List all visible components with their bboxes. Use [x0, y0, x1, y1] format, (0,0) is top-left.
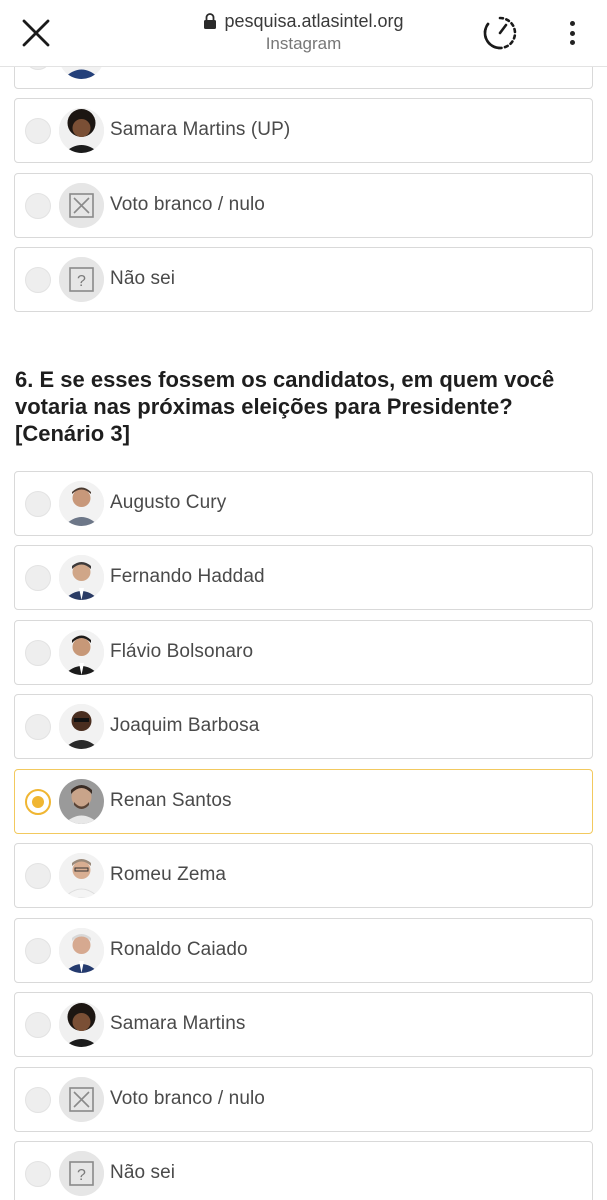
- candidate-photo: [59, 108, 104, 153]
- radio-button[interactable]: [25, 565, 51, 591]
- more-options-icon[interactable]: [561, 18, 583, 48]
- option-label: Samara Martins: [110, 1013, 246, 1034]
- option-voto-branco-nulo[interactable]: Voto branco / nulo: [14, 173, 593, 238]
- radio-button[interactable]: [25, 1087, 51, 1113]
- svg-text:?: ?: [77, 1167, 86, 1184]
- option-nao-sei[interactable]: ? Não sei: [14, 247, 593, 312]
- option-ronaldo-caiado[interactable]: Ronaldo Caiado: [14, 918, 593, 983]
- option-label: Augusto Cury: [110, 492, 227, 513]
- option-samara-martins[interactable]: Samara Martins: [14, 992, 593, 1057]
- option-label: Fernando Haddad: [110, 566, 265, 587]
- option-nao-sei-q6[interactable]: ? Não sei: [14, 1141, 593, 1200]
- lock-icon: [204, 13, 217, 29]
- radio-button[interactable]: [25, 267, 51, 293]
- option-label: Não sei: [110, 268, 176, 289]
- radio-button[interactable]: [25, 714, 51, 740]
- option-label: Samara Martins (UP): [110, 119, 291, 140]
- option-joaquim-barbosa[interactable]: Joaquim Barbosa: [14, 694, 593, 759]
- option-label: Romeu Zema: [110, 864, 227, 885]
- radio-button[interactable]: [25, 1161, 51, 1187]
- radio-button[interactable]: [25, 1012, 51, 1038]
- option-label: Renan Santos: [110, 790, 232, 811]
- option-label: Flávio Bolsonaro: [110, 641, 254, 662]
- question-box-icon: ?: [59, 257, 104, 302]
- option-label: Voto branco / nulo: [110, 194, 265, 215]
- close-icon[interactable]: [18, 15, 54, 51]
- candidate-photo: [59, 1002, 104, 1047]
- candidate-photo: [59, 630, 104, 675]
- radio-button[interactable]: [25, 491, 51, 517]
- candidate-photo: [59, 779, 104, 824]
- option-label: Voto branco / nulo: [110, 1088, 265, 1109]
- radio-button[interactable]: [25, 863, 51, 889]
- browser-top-bar: pesquisa.atlasintel.org Instagram: [0, 0, 607, 67]
- question-box-icon: ?: [59, 1151, 104, 1196]
- option-romeu-zema[interactable]: Romeu Zema: [14, 843, 593, 908]
- option-label: Não sei: [110, 1162, 176, 1183]
- radio-button-selected[interactable]: [25, 789, 51, 815]
- candidate-photo: [59, 928, 104, 973]
- candidate-photo: [59, 853, 104, 898]
- candidate-photo: [59, 481, 104, 526]
- option-voto-branco-nulo-q6[interactable]: Voto branco / nulo: [14, 1067, 593, 1132]
- question-title: 6. E se esses fossem os candidatos, em q…: [15, 367, 555, 446]
- candidate-photo: [59, 555, 104, 600]
- browser-subtitle: Instagram: [265, 34, 342, 53]
- option-fernando-haddad[interactable]: Fernando Haddad: [14, 545, 593, 610]
- survey-content: Samara Martins (UP) Voto branco / nulo ?…: [0, 0, 607, 1200]
- url-text: pesquisa.atlasintel.org: [224, 10, 404, 31]
- x-box-icon: [59, 183, 104, 228]
- candidate-photo: [59, 704, 104, 749]
- address-area[interactable]: pesquisa.atlasintel.org Instagram: [150, 9, 457, 54]
- radio-button[interactable]: [25, 193, 51, 219]
- option-renan-santos[interactable]: Renan Santos: [14, 769, 593, 834]
- option-flavio-bolsonaro[interactable]: Flávio Bolsonaro: [14, 620, 593, 685]
- radio-button[interactable]: [25, 118, 51, 144]
- svg-text:?: ?: [77, 273, 86, 290]
- option-label: Ronaldo Caiado: [110, 939, 248, 960]
- radio-button[interactable]: [25, 938, 51, 964]
- radio-button[interactable]: [25, 640, 51, 666]
- timer-icon[interactable]: [480, 13, 520, 53]
- option-samara-martins-up[interactable]: Samara Martins (UP): [14, 98, 593, 163]
- option-label: Joaquim Barbosa: [110, 715, 260, 736]
- option-augusto-cury[interactable]: Augusto Cury: [14, 471, 593, 536]
- x-box-icon: [59, 1077, 104, 1122]
